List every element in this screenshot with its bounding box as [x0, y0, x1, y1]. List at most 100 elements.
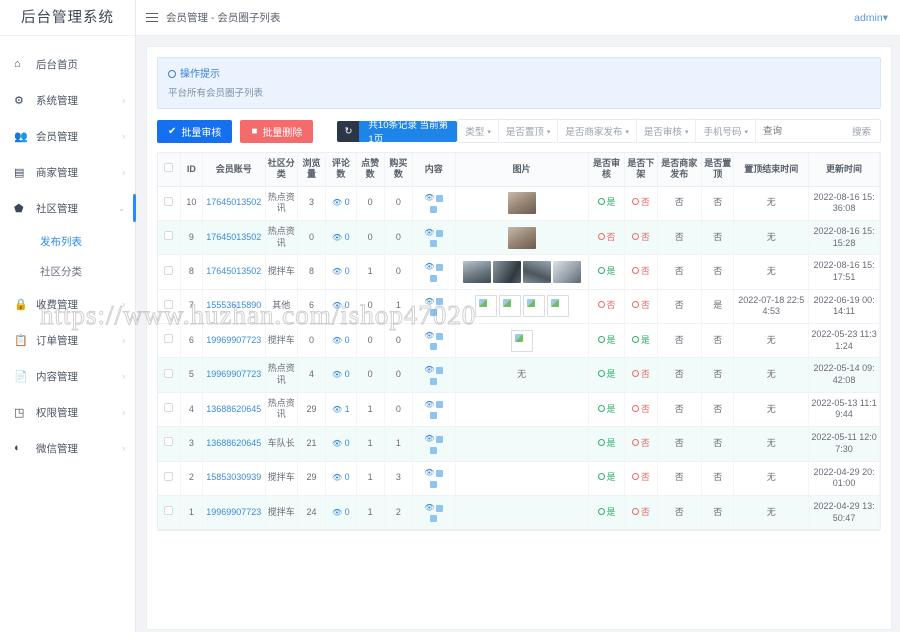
menu-toggle-icon[interactable] — [146, 12, 158, 23]
pin-content-button[interactable] — [430, 240, 438, 248]
account-cell[interactable]: 19969907723 — [202, 357, 266, 393]
broken-image-icon[interactable] — [522, 295, 545, 318]
sidebar-subitem-0[interactable]: 发布列表 — [0, 226, 135, 256]
row-select-cell[interactable] — [158, 289, 181, 325]
account-link[interactable]: 15853030939 — [206, 472, 261, 482]
thumbnail-image[interactable] — [507, 192, 536, 215]
image-cell[interactable] — [455, 254, 589, 290]
sidebar-item-0[interactable]: ⌂ 后台首页 — [0, 46, 135, 82]
comments-value[interactable]: 👁 0 — [332, 266, 350, 276]
sidebar-subitem-1[interactable]: 社区分类 — [0, 256, 135, 286]
broken-image-icon[interactable] — [498, 295, 521, 318]
row-checkbox[interactable] — [164, 196, 174, 206]
select-all-header[interactable] — [158, 153, 181, 187]
row-select-cell[interactable] — [158, 426, 181, 462]
account-link[interactable]: 19969907723 — [206, 369, 261, 379]
sidebar-item-9[interactable]: ◐ 微信管理 › — [0, 430, 135, 466]
account-link[interactable]: 13688620645 — [206, 404, 261, 414]
pin-content-button[interactable] — [430, 412, 438, 420]
content-cell[interactable]: 👁 — [412, 323, 456, 359]
comments-value[interactable]: 👁 0 — [332, 507, 350, 517]
row-checkbox[interactable] — [164, 334, 174, 344]
view-content-button[interactable]: 👁 — [424, 365, 444, 375]
filter-dropdown-1[interactable]: 是否置顶 ▾ — [499, 119, 559, 143]
account-cell[interactable]: 17645013502 — [202, 186, 266, 221]
row-checkbox[interactable] — [164, 506, 174, 516]
image-cell[interactable] — [455, 186, 589, 221]
pin-content-button[interactable] — [430, 377, 438, 385]
table-row[interactable]: 8 17645013502 搅拌车 8 👁 0 1 0 👁 是否否否无 2022-08-16 15… — [158, 254, 880, 290]
row-select-cell[interactable] — [158, 392, 181, 428]
search-button[interactable]: 搜索 — [848, 124, 880, 138]
row-checkbox[interactable] — [164, 437, 174, 447]
account-link[interactable]: 17645013502 — [206, 232, 261, 242]
pin-content-button[interactable] — [430, 446, 438, 454]
view-content-button[interactable]: 👁 — [424, 503, 444, 513]
view-content-button[interactable]: 👁 — [424, 262, 444, 272]
thumbnail-image[interactable] — [462, 260, 491, 283]
account-cell[interactable]: 15853030939 — [202, 461, 266, 496]
image-cell[interactable] — [455, 323, 589, 359]
row-checkbox[interactable] — [164, 403, 174, 413]
comments-cell[interactable]: 👁 0 — [325, 461, 357, 496]
row-select-cell[interactable] — [158, 357, 181, 393]
account-cell[interactable]: 17645013502 — [202, 220, 266, 256]
record-count-pill[interactable]: ↻ 共10条记录 当前第1页 — [337, 120, 458, 142]
sidebar-item-4[interactable]: ⬟ 社区管理 ⌄ — [0, 190, 136, 226]
account-link[interactable]: 17645013502 — [206, 197, 261, 207]
sidebar-item-6[interactable]: 📋 订单管理 › — [0, 322, 135, 358]
row-select-cell[interactable] — [158, 220, 181, 256]
thumbnail-image[interactable] — [507, 226, 536, 249]
row-checkbox[interactable] — [164, 231, 174, 241]
content-cell[interactable]: 👁 — [412, 461, 456, 496]
pin-content-button[interactable] — [430, 343, 438, 351]
view-content-button[interactable]: 👁 — [424, 468, 444, 478]
filter-dropdown-2[interactable]: 是否商家发布 ▾ — [558, 119, 637, 143]
comments-cell[interactable]: 👁 0 — [325, 426, 357, 462]
comments-cell[interactable]: 👁 0 — [325, 495, 357, 531]
content-cell[interactable]: 👁 — [412, 392, 456, 428]
content-cell[interactable]: 👁 — [412, 186, 456, 221]
account-cell[interactable]: 15553615890 — [202, 289, 266, 325]
table-row[interactable]: 9 17645013502 热点资讯 0 👁 0 0 0 👁 否否否否无 2022-08-16 1… — [158, 220, 880, 256]
select-all-checkbox[interactable] — [164, 163, 174, 173]
account-cell[interactable]: 19969907723 — [202, 495, 266, 531]
comments-cell[interactable]: 👁 1 — [325, 392, 357, 428]
filter-dropdown-4[interactable]: 手机号码 ▾ — [696, 119, 756, 143]
row-checkbox[interactable] — [164, 368, 174, 378]
account-link[interactable]: 15553615890 — [206, 300, 261, 310]
table-row[interactable]: 10 17645013502 热点资讯 3 👁 0 0 0 👁 是否否否无 2022-08-16 … — [158, 186, 880, 221]
sidebar-item-5[interactable]: 🔒 收费管理 › — [0, 286, 135, 322]
broken-image-icon[interactable] — [546, 295, 569, 318]
search-input[interactable] — [755, 120, 848, 142]
account-link[interactable]: 13688620645 — [206, 438, 261, 448]
table-row[interactable]: 1 19969907723 搅拌车 24 👁 0 1 2 👁 是 否 否 否 无 2022-04-29 1… — [158, 495, 880, 531]
account-cell[interactable]: 13688620645 — [202, 426, 266, 462]
sidebar-item-3[interactable]: ▤ 商家管理 › — [0, 154, 135, 190]
view-content-button[interactable]: 👁 — [424, 400, 444, 410]
table-row[interactable]: 4 13688620645 热点资讯 29 👁 1 1 0 👁 是否否否无 2022-05-13 … — [158, 392, 880, 428]
image-cell[interactable] — [455, 220, 589, 256]
sidebar-item-7[interactable]: 📄 内容管理 › — [0, 358, 135, 394]
pin-content-button[interactable] — [430, 205, 438, 213]
filter-dropdown-3[interactable]: 是否审核 ▾ — [637, 119, 697, 143]
account-link[interactable]: 19969907723 — [206, 507, 261, 517]
view-content-button[interactable]: 👁 — [424, 193, 444, 203]
content-cell[interactable]: 👁 — [412, 495, 456, 531]
row-checkbox[interactable] — [164, 471, 174, 481]
image-cell[interactable] — [455, 289, 589, 325]
comments-cell[interactable]: 👁 0 — [325, 357, 357, 393]
pin-content-button[interactable] — [430, 480, 438, 488]
batch-audit-button[interactable]: ✔ 批量审核 — [157, 119, 233, 143]
sidebar-item-2[interactable]: 👥 会员管理 › — [0, 118, 135, 154]
account-cell[interactable]: 13688620645 — [202, 392, 266, 428]
comments-cell[interactable]: 👁 0 — [325, 323, 357, 359]
content-cell[interactable]: 👁 — [412, 254, 456, 290]
thumbnail-image[interactable] — [552, 260, 581, 283]
broken-image-icon[interactable] — [474, 295, 497, 318]
content-cell[interactable]: 👁 — [412, 357, 456, 393]
broken-image-icon[interactable] — [510, 329, 533, 352]
comments-value[interactable]: 👁 0 — [332, 472, 350, 482]
content-cell[interactable]: 👁 — [412, 220, 456, 256]
user-menu[interactable]: admin▾ — [854, 12, 888, 24]
